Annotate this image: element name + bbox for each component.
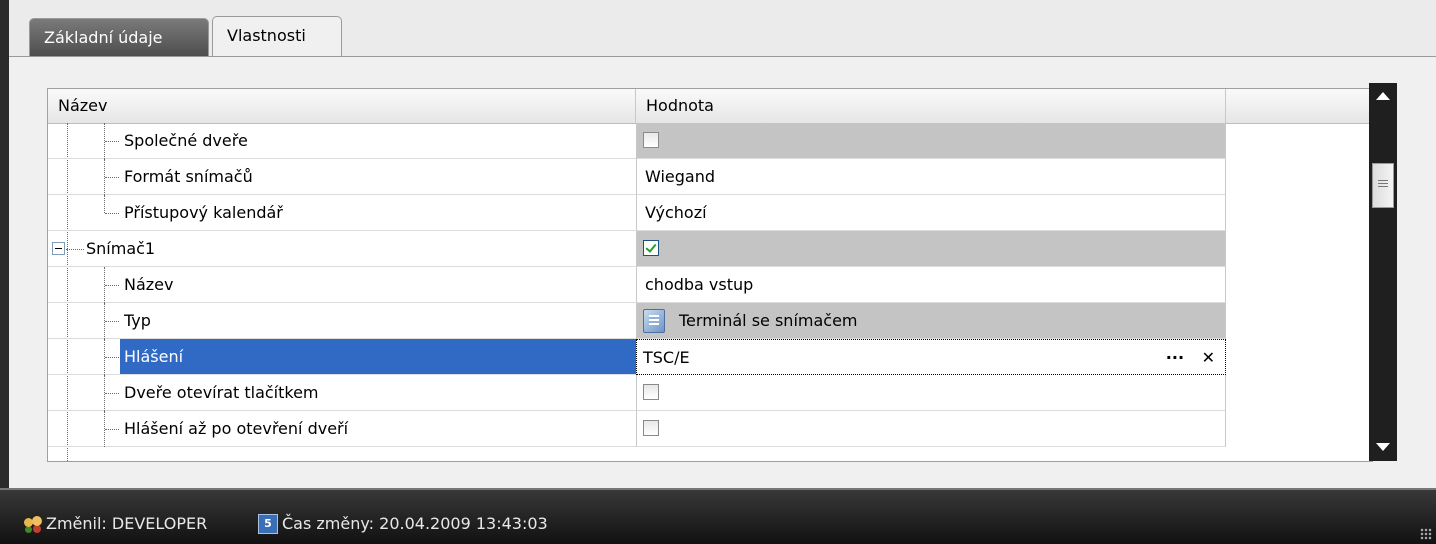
value-cell[interactable]: Wiegand: [636, 159, 1226, 195]
reader1-enabled-checkbox[interactable]: [643, 240, 659, 256]
name-cell: Snímač1: [48, 231, 636, 267]
grid-row-reader1[interactable]: Snímač1: [48, 231, 1372, 267]
calendar-icon: 5: [258, 514, 278, 534]
name-cell: Dveře otevírat tlačítkem: [48, 375, 636, 411]
grid-row-open-by-button[interactable]: Dveře otevírat tlačítkem: [48, 375, 1372, 411]
name-cell: Společné dveře: [48, 123, 636, 159]
property-grid: Název Hodnota Společné dveře Formát sním…: [47, 88, 1373, 462]
scroll-down-icon[interactable]: [1369, 433, 1397, 461]
grid-row-access-calendar[interactable]: Přístupový kalendář Výchozí: [48, 195, 1372, 231]
tab-properties[interactable]: Vlastnosti: [212, 16, 342, 58]
tree-line: [66, 249, 84, 250]
row-value: Wiegand: [645, 167, 716, 186]
row-label: Přístupový kalendář: [124, 203, 283, 222]
value-cell[interactable]: [636, 375, 1226, 411]
row-label: Typ: [124, 311, 151, 330]
value-cell[interactable]: Výchozí: [636, 195, 1226, 231]
tree-line: [105, 429, 119, 430]
column-header-value[interactable]: Hodnota: [636, 89, 1226, 123]
grid-header: Název Hodnota: [48, 89, 1372, 124]
value-edit-cell[interactable]: TSC/E ··· ✕: [636, 339, 1226, 375]
tree-line: [105, 285, 119, 286]
grid-row-message[interactable]: Hlášení TSC/E ··· ✕: [48, 339, 1372, 375]
grid-row-message-after-open[interactable]: Hlášení až po otevření dveří: [48, 411, 1372, 447]
status-bar: Změnil: DEVELOPER 5 Čas změny: 20.04.200…: [0, 488, 1436, 544]
column-header-name[interactable]: Název: [48, 89, 636, 123]
tree-line: [105, 177, 119, 178]
row-value: chodba vstup: [645, 275, 754, 294]
name-cell: Typ: [48, 303, 636, 339]
ellipsis-button[interactable]: ···: [1166, 348, 1184, 367]
grid-row-type[interactable]: Typ Terminál se snímačem: [48, 303, 1372, 339]
row-label: Hlášení: [124, 347, 184, 366]
name-cell: Hlášení: [48, 339, 636, 375]
name-cell: Přístupový kalendář: [48, 195, 636, 231]
properties-panel: Název Hodnota Společné dveře Formát sním…: [9, 56, 1436, 489]
message-after-open-checkbox[interactable]: [643, 420, 659, 436]
clear-icon[interactable]: ✕: [1202, 348, 1215, 367]
scroll-up-icon[interactable]: [1369, 83, 1397, 111]
collapse-icon[interactable]: [52, 242, 65, 255]
name-bg: [120, 303, 636, 338]
tree-line: [105, 357, 119, 358]
tree-line: [105, 321, 119, 322]
value-cell[interactable]: Terminál se snímačem: [636, 303, 1226, 339]
resize-grip-icon[interactable]: [1420, 528, 1432, 540]
tree-line: [104, 195, 105, 213]
value-cell[interactable]: [636, 123, 1226, 159]
tree-line: [105, 213, 119, 214]
name-bg: [120, 267, 636, 302]
tab-basic-info[interactable]: Základní údaje: [29, 18, 209, 56]
row-label: Hlášení až po otevření dveří: [124, 419, 349, 438]
terminal-icon: [643, 309, 665, 333]
changed-by-text: Změnil: DEVELOPER: [46, 514, 208, 533]
row-value: Terminál se snímačem: [679, 311, 858, 330]
value-cell[interactable]: [636, 231, 1226, 267]
vertical-scrollbar[interactable]: [1369, 83, 1397, 461]
edit-buttons: ··· ✕: [1154, 340, 1215, 375]
row-label: Dveře otevírat tlačítkem: [124, 383, 319, 402]
users-icon: [24, 514, 44, 532]
selection-highlight: [120, 339, 636, 374]
value-cell[interactable]: [636, 411, 1226, 447]
row-label: Společné dveře: [124, 131, 248, 150]
shared-door-checkbox[interactable]: [643, 132, 659, 148]
row-label: Snímač1: [86, 239, 156, 258]
message-input[interactable]: TSC/E: [643, 340, 690, 375]
row-label: Název: [124, 275, 174, 294]
window-left-border: [0, 0, 9, 542]
grid-row-shared-door[interactable]: Společné dveře: [48, 123, 1372, 159]
open-by-button-checkbox[interactable]: [643, 384, 659, 400]
name-cell: Hlášení až po otevření dveří: [48, 411, 636, 447]
grid-row-name[interactable]: Název chodba vstup: [48, 267, 1372, 303]
scroll-thumb[interactable]: [1372, 163, 1394, 208]
name-cell: Název: [48, 267, 636, 303]
name-cell: Formát snímačů: [48, 159, 636, 195]
tree-line: [105, 141, 119, 142]
value-cell[interactable]: chodba vstup: [636, 267, 1226, 303]
grid-row-reader-format[interactable]: Formát snímačů Wiegand: [48, 159, 1372, 195]
row-value: Výchozí: [645, 203, 707, 222]
row-label: Formát snímačů: [124, 167, 253, 186]
tree-line: [105, 393, 119, 394]
change-time-text: Čas změny: 20.04.2009 13:43:03: [282, 514, 548, 533]
